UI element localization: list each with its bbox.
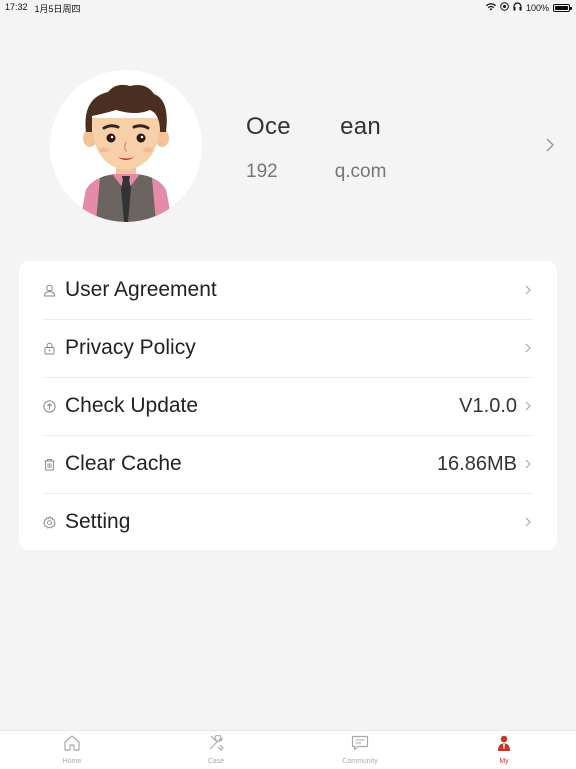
- tab-label: Case: [207, 758, 225, 765]
- person-icon: [495, 735, 513, 756]
- tools-icon: [207, 734, 225, 756]
- profile-email: 192 q.com: [246, 161, 387, 182]
- chevron-right-icon: [525, 459, 533, 469]
- tab-community[interactable]: Community: [330, 735, 390, 765]
- menu-item-setting[interactable]: Setting: [43, 493, 533, 551]
- profile-name: Oce ean: [246, 113, 382, 140]
- tab-label: Community: [342, 758, 378, 765]
- wifi-icon: [485, 2, 496, 13]
- chevron-right-icon: [525, 285, 533, 295]
- menu-item-check-update[interactable]: Check Update V1.0.0: [43, 377, 533, 435]
- battery-percent: 100%: [525, 2, 549, 13]
- user-icon: [43, 283, 57, 297]
- chevron-right-icon: [525, 401, 533, 411]
- profile-header[interactable]: Oce ean 192 q.com: [0, 70, 576, 225]
- cache-size-value: 16.86MB: [436, 452, 517, 475]
- gear-icon: [43, 515, 57, 529]
- menu-item-label: User Agreement: [65, 278, 217, 301]
- headphones-icon: [513, 2, 522, 13]
- status-bar: 17:32 1月5日周四 100%: [0, 0, 576, 16]
- tab-case[interactable]: Case: [186, 734, 246, 765]
- trash-icon: [43, 457, 57, 471]
- chat-icon: [351, 735, 369, 756]
- menu-item-label: Privacy Policy: [65, 336, 196, 359]
- menu-item-user-agreement[interactable]: User Agreement: [43, 261, 533, 319]
- lock-icon: [43, 341, 57, 355]
- tab-label: Home: [62, 758, 82, 765]
- avatar[interactable]: [50, 70, 202, 222]
- chevron-right-icon: [525, 517, 533, 527]
- home-icon: [63, 735, 81, 756]
- menu-item-privacy-policy[interactable]: Privacy Policy: [43, 319, 533, 377]
- tab-label: My: [499, 758, 509, 765]
- chevron-right-icon[interactable]: [546, 138, 555, 157]
- status-time: 17:32: [5, 2, 28, 12]
- status-date: 1月5日周四: [34, 4, 81, 14]
- chevron-right-icon: [525, 343, 533, 353]
- tab-my[interactable]: My: [474, 735, 534, 765]
- menu-item-label: Setting: [65, 510, 131, 533]
- version-value: V1.0.0: [459, 394, 517, 417]
- battery-icon: [553, 3, 572, 12]
- menu-item-label: Clear Cache: [65, 452, 182, 475]
- location-icon: [500, 2, 509, 13]
- upload-arrow-icon: [43, 399, 57, 413]
- menu-item-clear-cache[interactable]: Clear Cache 16.86MB: [43, 435, 533, 493]
- settings-menu-card: User Agreement Privacy Policy Check Upda…: [19, 261, 557, 550]
- bottom-tab-bar: Home Case Community My: [0, 730, 576, 769]
- tab-home[interactable]: Home: [42, 735, 102, 765]
- menu-item-label: Check Update: [65, 394, 199, 417]
